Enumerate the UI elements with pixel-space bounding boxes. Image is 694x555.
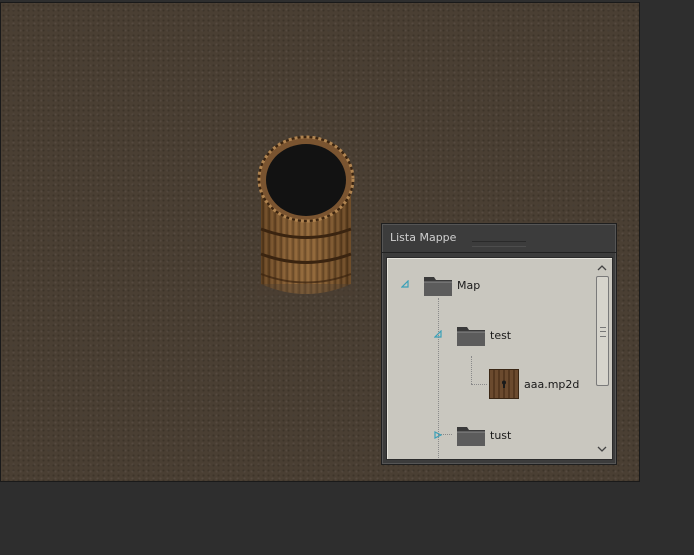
title-groove [472,241,526,247]
tree-node-file[interactable]: aaa.mp2d [489,369,579,399]
chevron-down-icon[interactable] [597,444,607,454]
collapsed-arrow-icon[interactable] [434,431,442,439]
panel-title-text: Lista Mappe [390,231,457,244]
expanded-arrow-icon[interactable] [401,280,409,288]
map-file-thumbnail [489,369,519,399]
tree-node-map[interactable]: Map [423,270,480,300]
folder-icon [424,277,452,296]
map-tree[interactable]: Map test aaa.mp2d tust [386,257,613,460]
tree-node-label: Map [457,278,481,292]
map-list-panel[interactable]: Lista Mappe Map test aaa.mp2d tust [381,223,617,465]
folder-icon [457,327,485,346]
scrollbar-grip [600,327,606,337]
tree-line [471,384,487,385]
scrollbar-thumb[interactable] [596,276,609,386]
tree-scrollbar[interactable] [594,260,610,456]
chevron-up-icon[interactable] [597,263,607,273]
tree-node-test[interactable]: test [456,320,511,350]
tree-node-label: aaa.mp2d [524,377,580,391]
expanded-arrow-icon[interactable] [434,330,442,338]
tree-node-tust[interactable]: tust [456,420,511,450]
panel-title: Lista Mappe [382,224,616,253]
tree-node-label: test [490,328,512,342]
tree-line [471,356,472,384]
map-viewport[interactable]: Lista Mappe Map test aaa.mp2d tust [0,2,640,482]
barrel-sprite[interactable] [257,134,355,296]
tree-node-label: tust [490,428,512,442]
folder-icon [457,427,485,446]
keyhole-icon [502,380,506,388]
